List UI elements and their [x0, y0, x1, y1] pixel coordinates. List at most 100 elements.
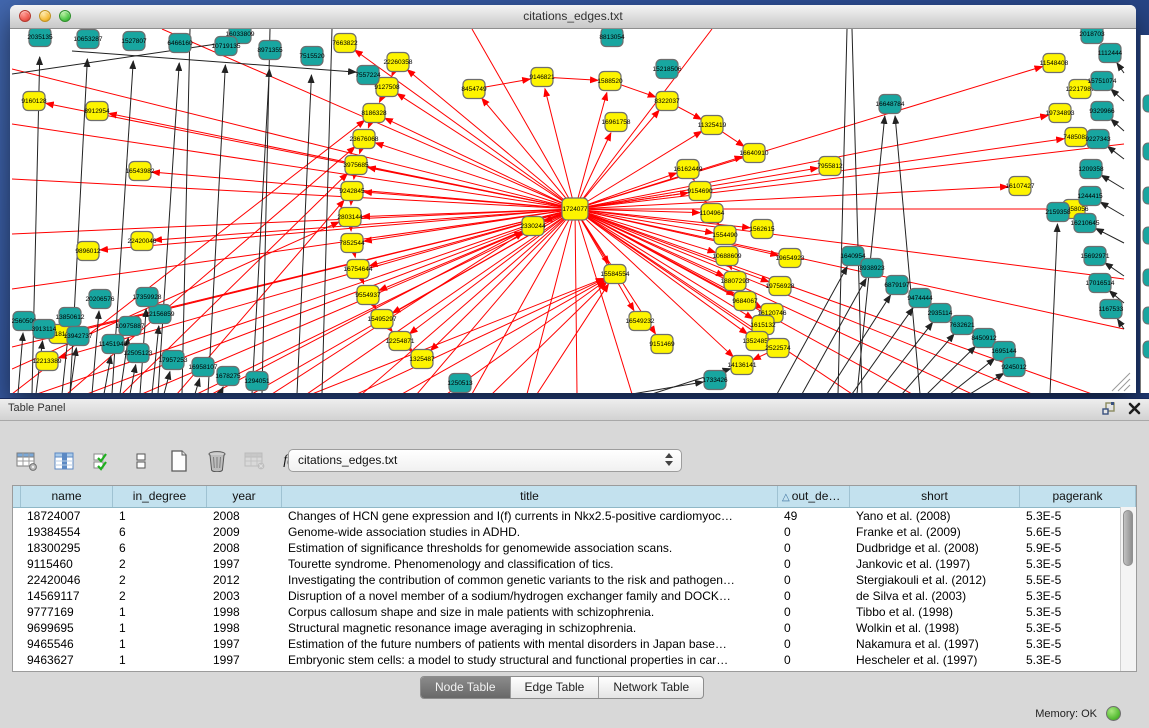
graph-node[interactable]: 1112444: [1098, 44, 1123, 63]
graph-node[interactable]: 2803144: [337, 208, 363, 227]
graph-node[interactable]: 6879197: [884, 276, 910, 295]
graph-node[interactable]: 6466160: [167, 34, 193, 53]
graph-node[interactable]: 7955812: [817, 157, 843, 176]
graph-node[interactable]: 2935114: [928, 304, 953, 323]
tab-node-table[interactable]: Node Table: [421, 677, 511, 698]
graph-node[interactable]: 22420046: [128, 232, 157, 251]
graph-node[interactable]: 9227343: [1085, 130, 1111, 149]
new-document-icon[interactable]: [166, 448, 192, 474]
graph-node[interactable]: 1209358: [1078, 160, 1104, 179]
zoom-window-button[interactable]: [59, 10, 71, 22]
graph-node[interactable]: 17957253: [159, 351, 188, 370]
graph-node[interactable]: 1527807: [121, 32, 147, 51]
graph-node[interactable]: 20206576: [86, 290, 115, 309]
graph-node[interactable]: 22260358: [384, 53, 413, 72]
column-header-outde[interactable]: △out_de…: [778, 486, 850, 507]
graph-node[interactable]: 1167533: [1099, 300, 1124, 319]
graph-node[interactable]: [1143, 307, 1149, 324]
graph-node[interactable]: 16640910: [740, 144, 769, 163]
table-row[interactable]: 2242004622012Investigating the contribut…: [13, 572, 1136, 588]
graph-node[interactable]: 7632621: [949, 316, 975, 335]
graph-node[interactable]: 8971355: [257, 41, 283, 60]
graph-node[interactable]: 10653287: [74, 30, 103, 49]
background-window-sliver[interactable]: [1140, 35, 1149, 393]
graph-node[interactable]: 12156859: [146, 305, 175, 324]
graph-node[interactable]: 16958107: [189, 358, 218, 377]
graph-node[interactable]: 1678275: [215, 367, 241, 386]
graph-node[interactable]: 9160128: [21, 92, 47, 111]
graph-node[interactable]: 2018703: [1079, 29, 1105, 44]
graph-node[interactable]: [1143, 95, 1149, 112]
graph-node[interactable]: 9896012: [75, 242, 101, 261]
graph-node[interactable]: 15751074: [1088, 72, 1117, 91]
graph-node[interactable]: 2330244: [520, 217, 546, 236]
graph-node[interactable]: 16754644: [344, 260, 373, 279]
table-row[interactable]: 1456911722003Disruption of a novel membe…: [13, 588, 1136, 604]
close-icon[interactable]: [1128, 402, 1141, 415]
graph-node[interactable]: 17016514: [1086, 274, 1115, 293]
column-header-short[interactable]: short: [850, 486, 1020, 507]
graph-node[interactable]: 2522574: [765, 339, 791, 358]
table-row[interactable]: 946554611997Estimation of the future num…: [13, 636, 1136, 652]
network-canvas[interactable]: 1724077233024422260358912750881863282367…: [10, 29, 1136, 393]
scrollbar-thumb[interactable]: [1123, 510, 1133, 566]
graph-node[interactable]: 12505123: [124, 344, 153, 363]
graph-node[interactable]: 10688609: [713, 247, 742, 266]
column-header-year[interactable]: year: [207, 486, 282, 507]
graph-node[interactable]: [1143, 269, 1149, 286]
graph-node[interactable]: 9329966: [1089, 102, 1115, 121]
graph-node[interactable]: 19734893: [1046, 104, 1075, 123]
graph-node[interactable]: 8912954: [84, 102, 110, 121]
graph-node[interactable]: 1104964: [700, 204, 725, 223]
graph-node[interactable]: 23676068: [350, 130, 379, 149]
graph-node[interactable]: 3975685: [343, 156, 369, 175]
graph-node[interactable]: 16961758: [602, 113, 631, 132]
graph-node[interactable]: 15584554: [601, 265, 630, 284]
graph-node[interactable]: 7852544: [339, 234, 365, 253]
graph-node[interactable]: 10975887: [116, 317, 145, 336]
graph-node[interactable]: 1554490: [712, 226, 738, 245]
graph-node[interactable]: 11325419: [698, 116, 727, 135]
graph-node[interactable]: 1250513: [447, 374, 473, 393]
new-table-icon[interactable]: [14, 448, 40, 474]
graph-node[interactable]: 10719135: [212, 37, 241, 56]
row-height-icon[interactable]: [128, 448, 154, 474]
float-window-icon[interactable]: [1102, 402, 1116, 415]
graph-node[interactable]: 18807293: [721, 272, 750, 291]
vertical-scrollbar[interactable]: [1120, 507, 1136, 671]
graph-node[interactable]: [1143, 143, 1149, 160]
graph-node[interactable]: 17359928: [133, 288, 162, 307]
tab-edge-table[interactable]: Edge Table: [511, 677, 600, 698]
graph-node[interactable]: 1724077: [562, 198, 588, 220]
graph-node[interactable]: [1143, 227, 1149, 244]
column-header-pagerank[interactable]: pagerank: [1020, 486, 1136, 507]
graph-node[interactable]: 2159358: [1045, 203, 1071, 222]
graph-node[interactable]: 9245012: [1001, 358, 1027, 377]
graph-node[interactable]: 3913114: [32, 320, 57, 339]
graph-node[interactable]: [1143, 341, 1149, 358]
graph-node[interactable]: 8454749: [461, 80, 487, 99]
table-row[interactable]: 969969511998Structural magnetic resonanc…: [13, 620, 1136, 636]
graph-node[interactable]: 12213389: [33, 352, 62, 371]
graph-node[interactable]: 19654923: [776, 249, 805, 268]
graph-node[interactable]: 9554937: [355, 286, 381, 305]
graph-node[interactable]: 7515520: [299, 47, 325, 66]
graph-node[interactable]: 15495297: [368, 310, 397, 329]
graph-node[interactable]: 13850612: [56, 308, 85, 327]
graph-node[interactable]: 9474444: [907, 289, 933, 308]
graph-node[interactable]: 14136141: [728, 356, 757, 375]
graph-node[interactable]: 11548408: [1040, 54, 1069, 73]
memory-ok-indicator[interactable]: [1106, 706, 1121, 721]
graph-node[interactable]: 12254871: [386, 332, 415, 351]
graph-node[interactable]: 1244415: [1077, 187, 1103, 206]
graph-node[interactable]: 1294051: [244, 372, 270, 391]
graph-node[interactable]: 8938923: [859, 259, 885, 278]
graph-node[interactable]: 8813054: [599, 29, 625, 47]
graph-node[interactable]: 15218506: [653, 60, 682, 79]
graph-node[interactable]: 16549232: [626, 312, 655, 331]
graph-node[interactable]: 13942737: [64, 327, 93, 346]
graph-node[interactable]: 19756928: [766, 277, 795, 296]
graph-node[interactable]: 8186328: [361, 104, 387, 123]
close-window-button[interactable]: [19, 10, 31, 22]
graph-node[interactable]: 1325487: [409, 350, 435, 369]
